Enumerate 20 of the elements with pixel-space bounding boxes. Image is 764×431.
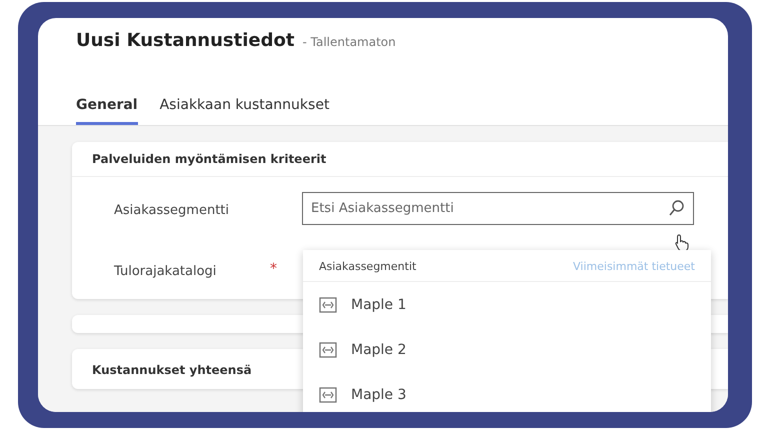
dropdown-item[interactable]: Maple 2 bbox=[303, 327, 711, 372]
section-title: Palveluiden myöntämisen kriteerit bbox=[72, 142, 728, 177]
dropdown-item[interactable]: Maple 1 bbox=[303, 282, 711, 327]
section-title: Kustannukset yhteensä bbox=[91, 362, 253, 379]
entity-icon bbox=[319, 296, 337, 312]
entity-icon bbox=[319, 342, 337, 358]
item-label: Maple 3 bbox=[351, 386, 406, 402]
item-label: Maple 2 bbox=[351, 342, 406, 358]
dropdown-heading: Asiakassegmentit bbox=[319, 260, 416, 273]
search-field[interactable]: Etsi Asiakassegmentti bbox=[302, 192, 694, 224]
field-label: Tulorajakatalogi bbox=[114, 264, 216, 278]
item-label: Maple 1 bbox=[351, 296, 406, 312]
dropdown-item[interactable]: Maple 3 bbox=[303, 372, 711, 412]
tab[interactable]: Asiakkaan kustannukset bbox=[160, 97, 330, 125]
page-title: Uusi Kustannustiedot bbox=[76, 30, 294, 51]
entity-icon bbox=[319, 386, 337, 402]
field-label: Asiakassegmentti bbox=[114, 202, 230, 218]
required-mark: * bbox=[270, 261, 277, 277]
save-status: - Tallentamaton bbox=[302, 35, 396, 49]
search-icon[interactable] bbox=[668, 198, 686, 216]
